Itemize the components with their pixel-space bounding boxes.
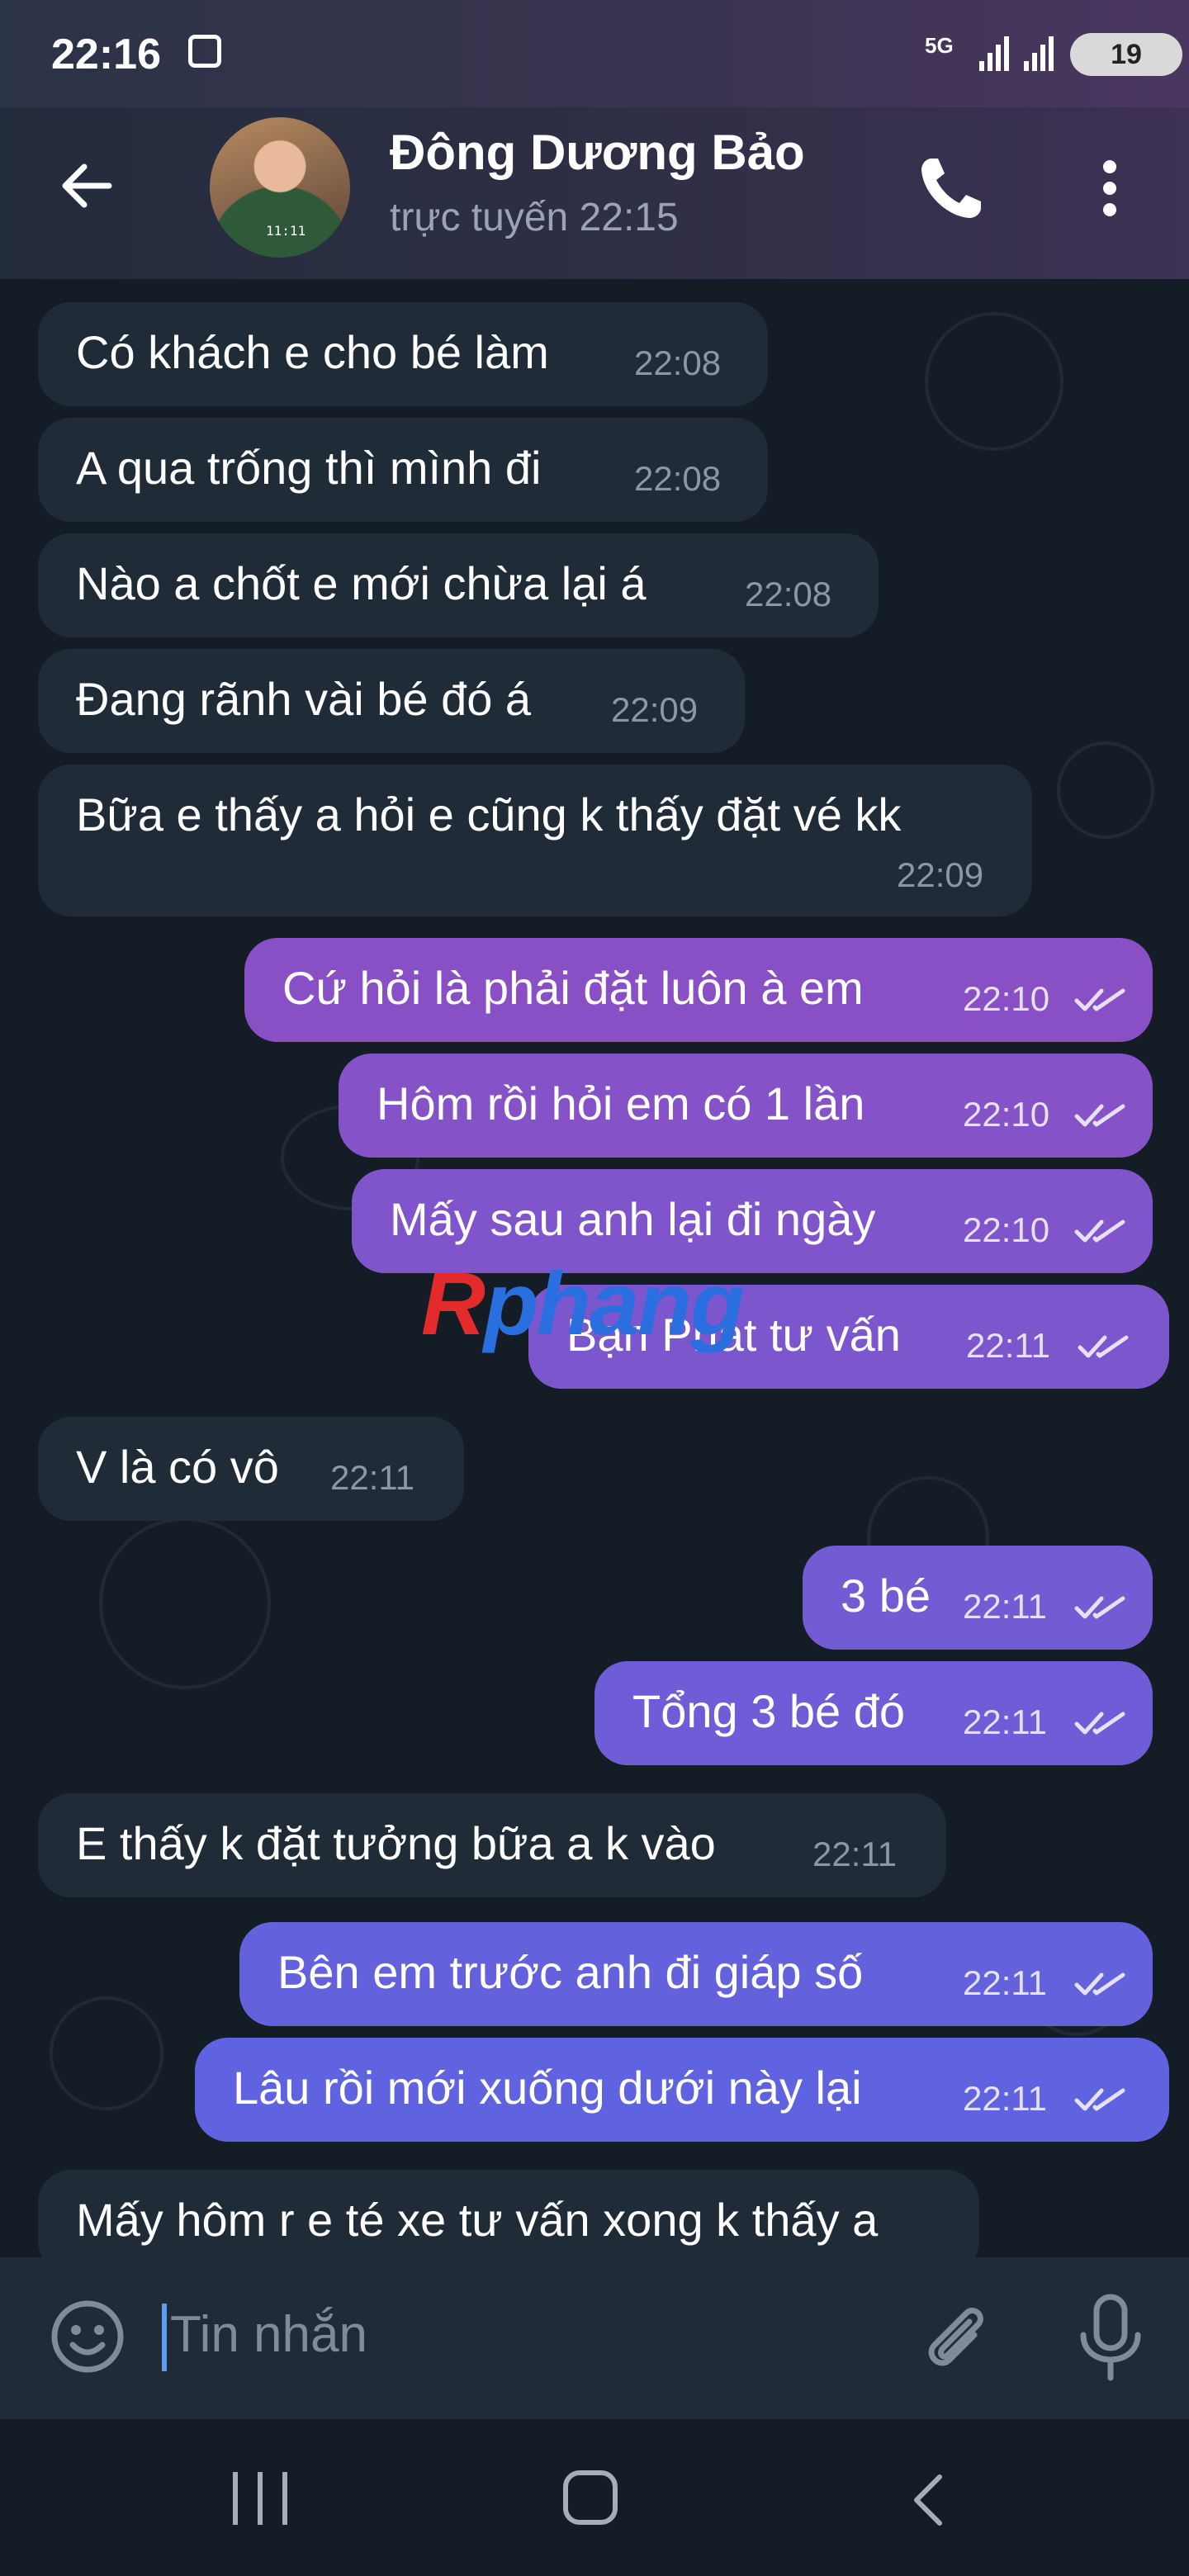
presence-status: trực tuyến 22:15 — [390, 196, 679, 239]
wallpaper-doodle — [1057, 741, 1154, 839]
message-time: 22:11 — [812, 1835, 897, 1873]
message-text: Mấy hôm r e té xe tư vấn xong k thấy a — [76, 2194, 879, 2246]
double-check-icon — [1074, 1104, 1125, 1127]
double-check-icon — [1074, 1219, 1125, 1243]
signal-icon-2 — [1024, 35, 1057, 71]
message-text: Tổng 3 bé đó — [632, 1685, 906, 1737]
message-text: Nào a chốt e mới chừa lại á — [76, 557, 647, 609]
message-text: Bên em trước anh đi giáp số — [277, 1946, 864, 1998]
signal-icon — [979, 35, 1012, 71]
status-time: 22:16 — [51, 31, 161, 78]
outgoing-message[interactable]: Bên em trước anh đi giáp số 22:11 — [239, 1922, 1153, 2026]
incoming-message[interactable]: Đang rãnh vài bé đó á 22:09 — [38, 649, 745, 753]
message-time: 22:08 — [745, 575, 832, 613]
watermark-logo: Rphang — [421, 1253, 745, 1353]
outgoing-message[interactable]: Lâu rồi mới xuống dưới này lại 22:11 — [195, 2038, 1169, 2142]
outgoing-message[interactable]: Tổng 3 bé đó 22:11 — [594, 1661, 1153, 1765]
wallpaper-doodle — [50, 1996, 163, 2110]
message-time: 22:11 — [330, 1458, 414, 1497]
message-text: Có khách e cho bé làm — [76, 326, 549, 378]
text-cursor — [162, 2304, 167, 2371]
message-time: 22:11 — [963, 1963, 1047, 2002]
message-time: 22:08 — [634, 459, 722, 498]
message-text: Bữa e thấy a hỏi e cũng k thấy đặt vé kk — [76, 788, 902, 841]
incoming-message[interactable]: Nào a chốt e mới chừa lại á 22:08 — [38, 533, 879, 637]
arrow-left-icon[interactable] — [58, 157, 116, 215]
more-vertical-icon[interactable] — [1098, 155, 1123, 221]
emoji-icon[interactable] — [48, 2297, 127, 2376]
incoming-message[interactable]: A qua trống thì mình đi 22:08 — [38, 418, 768, 522]
message-input[interactable]: Tin nhắn — [170, 2305, 367, 2364]
message-time: 22:09 — [611, 690, 699, 729]
message-text: Mấy sau anh lại đi ngày — [390, 1193, 876, 1245]
message-time: 22:11 — [966, 1326, 1050, 1365]
double-check-icon — [1074, 1712, 1125, 1735]
avatar[interactable]: 11:11 — [210, 117, 350, 258]
system-nav-bar — [0, 2419, 1189, 2576]
message-list[interactable]: Có khách e cho bé làm 22:08 A qua trống th… — [0, 279, 1189, 2257]
message-text: E thấy k đặt tưởng bữa a k vào — [76, 1817, 716, 1869]
outgoing-message[interactable]: Cứ hỏi là phải đặt luôn à em 22:10 — [244, 938, 1153, 1042]
message-text: A qua trống thì mình đi — [76, 442, 542, 494]
message-text: V là có vô — [76, 1441, 279, 1493]
double-check-icon — [1074, 1972, 1125, 1996]
microphone-icon[interactable] — [1073, 2292, 1148, 2383]
incoming-message[interactable]: E thấy k đặt tưởng bữa a k vào 22:11 — [38, 1793, 946, 1897]
message-time: 22:10 — [963, 1095, 1050, 1134]
screen-record-icon — [188, 35, 221, 68]
double-check-icon — [1074, 2088, 1125, 2111]
chat-header: 11:11 Đông Dương Bảo trực tuyến 22:15 — [0, 107, 1189, 279]
message-text: Hôm rồi hỏi em có 1 lần — [377, 1077, 865, 1129]
status-bar: 22:16 5G 19 — [0, 0, 1189, 107]
battery-level: 19 — [1070, 33, 1182, 76]
wallpaper-doodle — [925, 312, 1063, 451]
incoming-message[interactable]: Mấy hôm r e té xe tư vấn xong k thấy a — [38, 2170, 979, 2257]
contact-name[interactable]: Đông Dương Bảo — [390, 124, 805, 181]
message-time: 22:08 — [634, 343, 722, 382]
phone-icon[interactable] — [917, 154, 986, 223]
wallpaper-doodle — [99, 1518, 271, 1689]
message-text: 3 bé — [841, 1570, 931, 1622]
double-check-icon — [1074, 1596, 1125, 1619]
recent-apps-button[interactable] — [233, 2472, 291, 2525]
message-text: Lâu rồi mới xuống dưới này lại — [233, 2062, 862, 2114]
message-time: 22:11 — [963, 1587, 1047, 1626]
home-button[interactable] — [563, 2470, 618, 2525]
message-time: 22:11 — [963, 2079, 1047, 2118]
message-time: 22:10 — [963, 979, 1050, 1018]
avatar-shirt-text: 11:11 — [266, 223, 306, 239]
back-nav-button[interactable] — [903, 2470, 953, 2530]
network-type: 5G — [925, 33, 954, 58]
message-time: 22:10 — [963, 1210, 1050, 1249]
paperclip-icon[interactable] — [917, 2297, 996, 2376]
double-check-icon — [1078, 1335, 1129, 1358]
double-check-icon — [1074, 988, 1125, 1011]
outgoing-message[interactable]: 3 bé 22:11 — [803, 1546, 1153, 1650]
outgoing-message[interactable]: Hôm rồi hỏi em có 1 lần 22:10 — [339, 1054, 1153, 1158]
message-input-bar: Tin nhắn — [0, 2257, 1189, 2419]
message-text: Cứ hỏi là phải đặt luôn à em — [282, 962, 864, 1014]
incoming-message[interactable]: Có khách e cho bé làm 22:08 — [38, 302, 768, 406]
message-time: 22:11 — [963, 1702, 1047, 1741]
message-time: 22:09 — [897, 855, 984, 894]
incoming-message[interactable]: V là có vô 22:11 — [38, 1417, 464, 1521]
message-text: Đang rãnh vài bé đó á — [76, 673, 532, 725]
incoming-message[interactable]: Bữa e thấy a hỏi e cũng k thấy đặt vé kk… — [38, 765, 1032, 916]
